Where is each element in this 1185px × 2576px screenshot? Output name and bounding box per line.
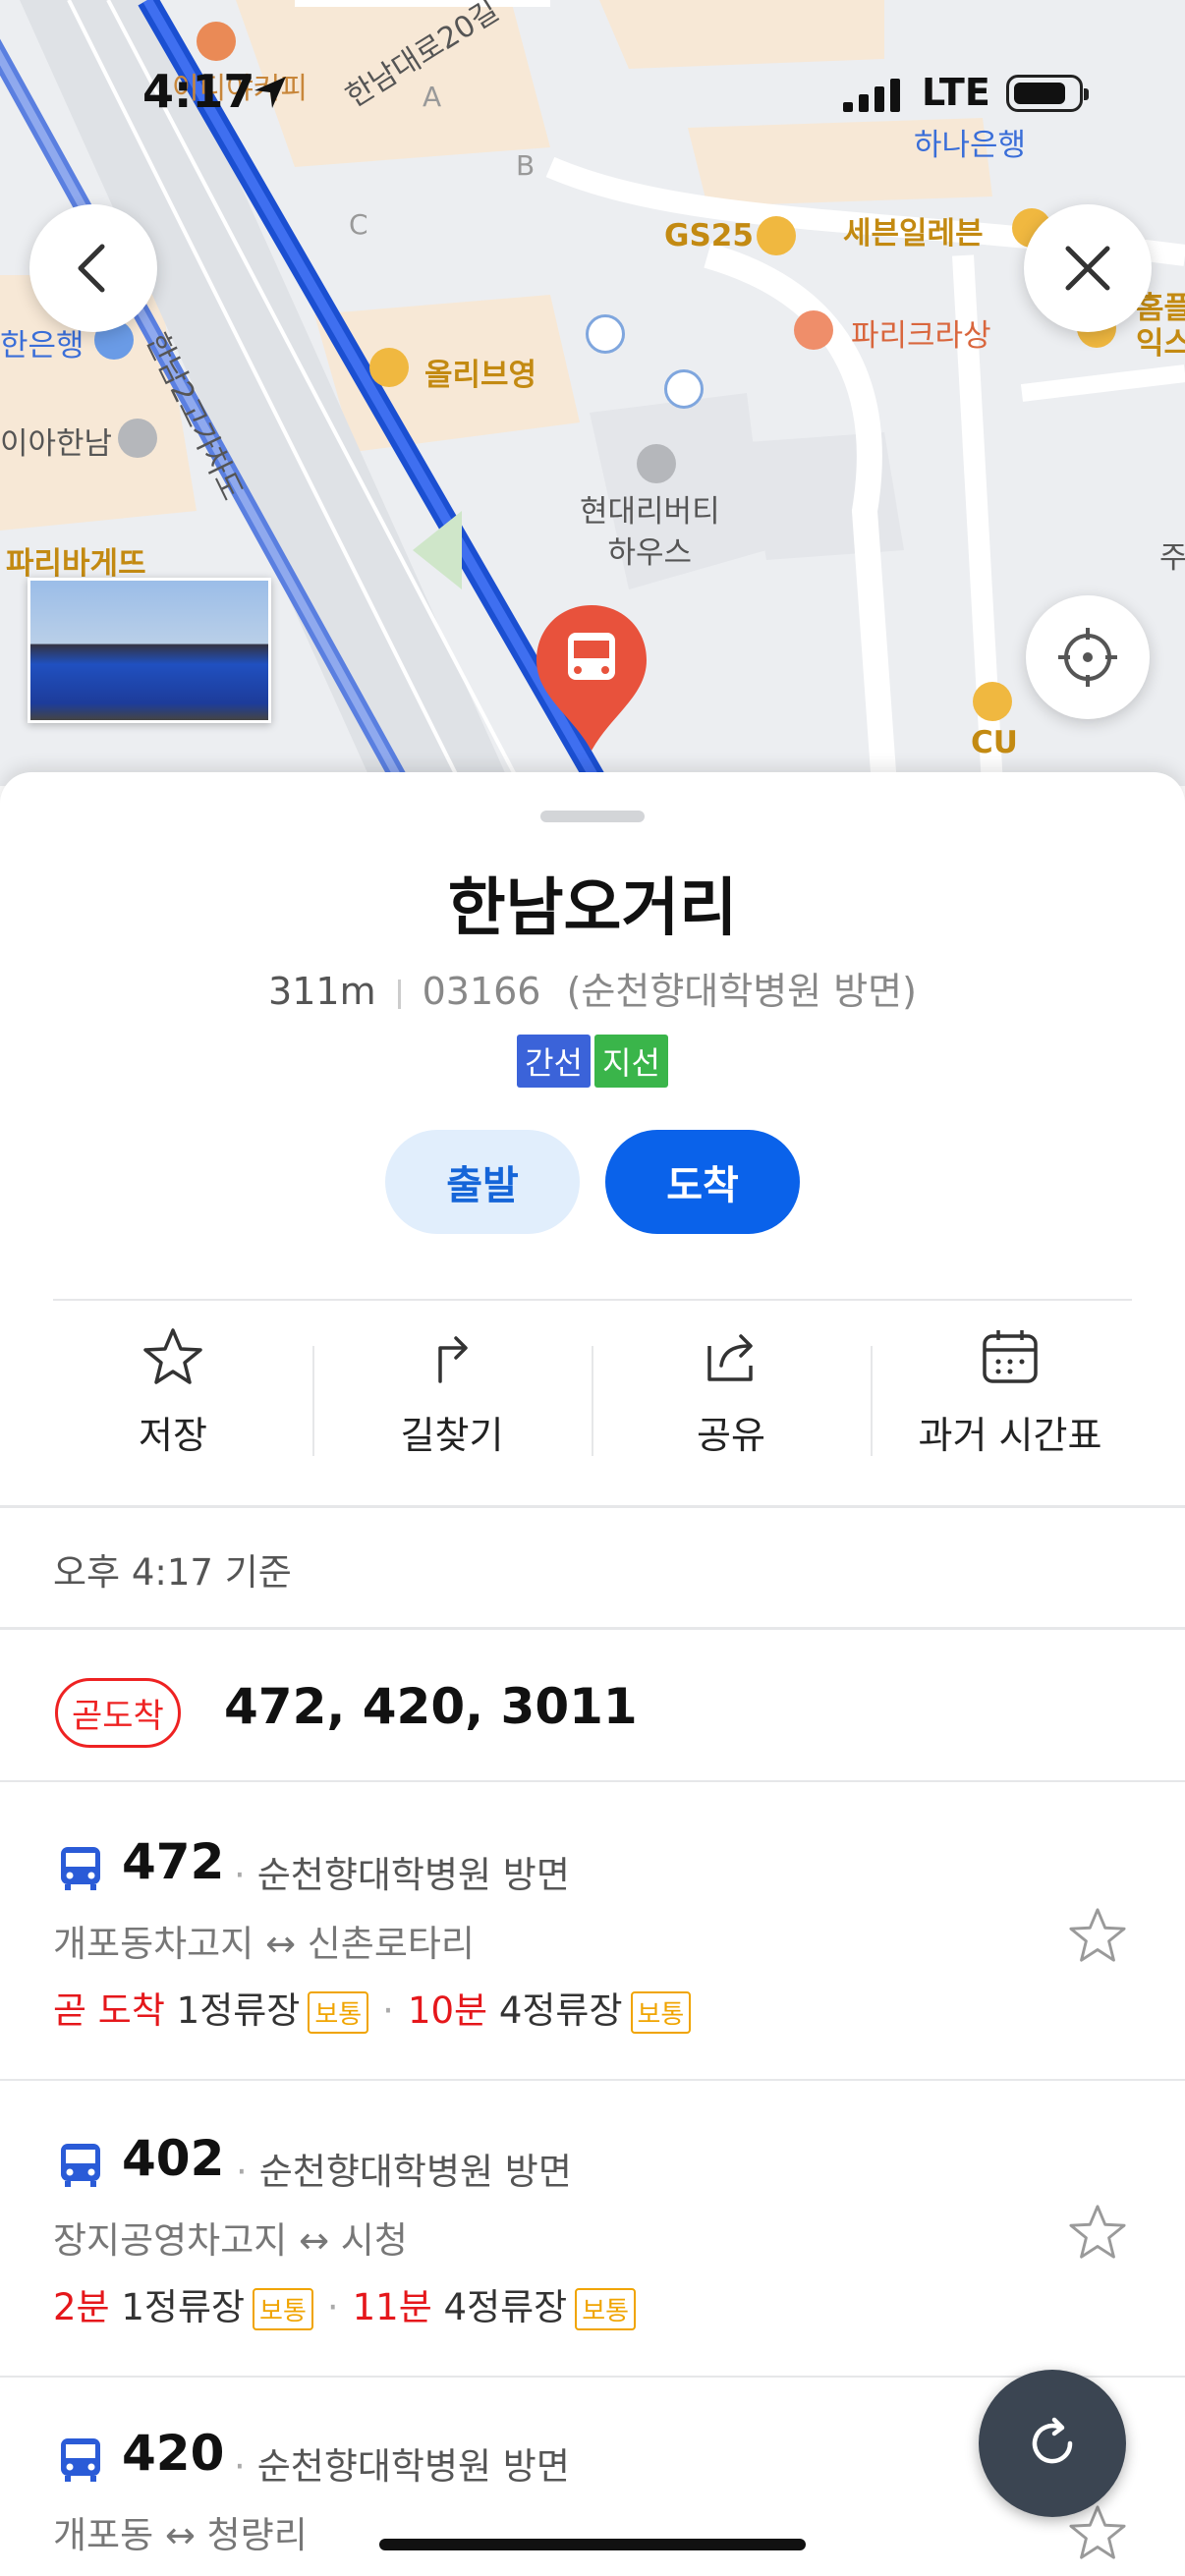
map-label-homeplus: 홈플 익스 — [1136, 291, 1185, 362]
bus-direction: · 순천향대학병원 방면 — [234, 2445, 570, 2488]
arriving-soon-buses: 472, 420, 3011 — [224, 1678, 638, 1735]
set-departure-button[interactable]: 출발 — [385, 1130, 580, 1234]
calendar-icon — [983, 1330, 1038, 1383]
bus-number: 472 — [122, 1833, 225, 1890]
close-icon — [1065, 246, 1110, 291]
route-type-tags: 간선 지선 — [0, 1035, 1185, 1088]
status-bar: 4:17 LTE — [0, 0, 1185, 118]
arriving-soon-badge: 곧도착 — [55, 1678, 181, 1748]
building-icon — [118, 419, 157, 458]
refresh-icon — [1032, 2417, 1073, 2464]
map-label-seven: 세븐일레븐 — [843, 216, 984, 252]
route-turn-icon — [438, 1336, 468, 1383]
location-arrow-icon — [254, 77, 286, 108]
bus-row-472[interactable]: 472 · 순천향대학병원 방면 개포동차고지 ↔ 신촌로타리 곧 도착 1정류장… — [0, 1780, 1185, 2077]
crowd-badge: 보통 — [630, 1991, 692, 2034]
bus-direction: · 순천향대학병원 방면 — [236, 2151, 572, 2193]
map-label-paris-baguette: 파리바게뜨 — [6, 546, 146, 582]
close-button[interactable] — [1024, 204, 1152, 332]
bus-row-402[interactable]: 402 · 순천향대학병원 방면 장지공영차고지 ↔ 시청 2분 1정류장 보통 · 1… — [0, 2079, 1185, 2376]
bus-stop-icon[interactable] — [586, 314, 625, 354]
bus-icon — [61, 2144, 100, 2187]
bus-stop-pin-icon[interactable] — [533, 601, 650, 758]
bus-icon — [61, 2438, 100, 2482]
stop-name: 한남오거리 — [447, 872, 738, 945]
map-label: 주 — [1159, 540, 1185, 576]
bus-route: 개포동 ↔ 청량리 — [53, 2514, 308, 2556]
favorite-star-icon[interactable] — [1067, 2203, 1128, 2262]
stop-meta: 311m 03166 (순천향대학병원 방면) — [0, 961, 1185, 1015]
map-label-hyundai: 현대리버티 하우스 — [580, 494, 720, 571]
bakery-icon — [794, 310, 833, 350]
divider — [871, 1346, 873, 1456]
save-label: 저장 — [139, 1414, 207, 1457]
past-timetable-label: 과거 시간표 — [918, 1414, 1102, 1457]
status-time: 4:17 — [142, 65, 255, 118]
divider — [312, 1346, 314, 1456]
basis-time: 오후 4:17 기준 — [53, 1551, 292, 1594]
stop-direction: (순천향대학병원 방면) — [566, 970, 917, 1013]
network-type: LTE — [922, 71, 990, 114]
bus-icon — [61, 1847, 100, 1890]
directions-label: 길찾기 — [400, 1414, 504, 1457]
set-arrival-button[interactable]: 도착 — [605, 1130, 800, 1234]
bus-direction: · 순천향대학병원 방면 — [234, 1854, 570, 1896]
stop-id: 03166 — [422, 970, 541, 1013]
share-label: 공유 — [697, 1414, 765, 1457]
bus-stop-photo[interactable] — [28, 578, 271, 723]
map-label: B — [516, 149, 536, 182]
refresh-button[interactable] — [979, 2370, 1126, 2517]
share-action[interactable]: 공유 — [613, 1326, 849, 1459]
map-label-gs25: GS25 — [664, 218, 754, 253]
map-label-olive: 올리브영 — [424, 358, 537, 393]
favorite-star-icon[interactable] — [1067, 1906, 1128, 1965]
bus-route: 장지공영차고지 ↔ 시청 — [53, 2219, 408, 2262]
bus-arrival: 2분 1정류장 보통 · 11분 4정류장 보통 — [53, 2277, 637, 2330]
map-label-ia-hannam: 이아한남 — [0, 426, 113, 462]
store-icon — [369, 348, 409, 387]
tag-trunk: 간선 — [517, 1035, 591, 1088]
map-label-paris-croissant: 파리크라상 — [851, 318, 991, 354]
store-icon — [757, 216, 796, 255]
bus-number: 420 — [122, 2425, 225, 2482]
divider — [592, 1346, 593, 1456]
stop-distance: 311m — [268, 970, 376, 1013]
current-location-button[interactable] — [1026, 595, 1150, 719]
save-action[interactable]: 저장 — [55, 1326, 291, 1459]
divider — [0, 1627, 1185, 1630]
bus-arrival: 곧 도착 1정류장 보통 · 10분 4정류장 보통 — [53, 1981, 692, 2034]
past-timetable-action[interactable]: 과거 시간표 — [892, 1326, 1128, 1459]
sheet-drag-handle[interactable] — [540, 811, 645, 822]
divider — [53, 1299, 1132, 1301]
share-icon — [707, 1334, 753, 1381]
divider — [397, 979, 401, 1009]
map-label-hana: 하나은행 — [914, 128, 1027, 163]
signal-icon — [843, 79, 900, 112]
home-indicator[interactable] — [379, 2539, 806, 2550]
crosshair-icon — [1058, 628, 1117, 687]
bus-number: 402 — [122, 2130, 225, 2187]
star-outline-icon — [143, 1328, 202, 1384]
crowd-badge: 보통 — [253, 2288, 313, 2330]
map-label-cu: CU — [971, 725, 1018, 760]
store-icon — [973, 682, 1012, 721]
building-icon — [637, 444, 676, 483]
directions-action[interactable]: 길찾기 — [334, 1326, 570, 1459]
bus-stop-icon[interactable] — [664, 369, 704, 409]
divider — [0, 1505, 1185, 1508]
crowd-badge: 보통 — [308, 1991, 369, 2034]
tag-branch: 지선 — [594, 1035, 668, 1088]
map-label: C — [349, 208, 368, 241]
map-view[interactable]: 한남대로20길 A B C 한남2고가차도 이디야커피 하나은행 GS25 세븐… — [0, 0, 1185, 786]
bus-route: 개포동차고지 ↔ 신촌로타리 — [53, 1923, 475, 1965]
crowd-badge: 보통 — [575, 2288, 637, 2330]
battery-icon — [1006, 75, 1089, 112]
back-button[interactable] — [29, 204, 157, 332]
chevron-left-icon — [78, 244, 105, 293]
